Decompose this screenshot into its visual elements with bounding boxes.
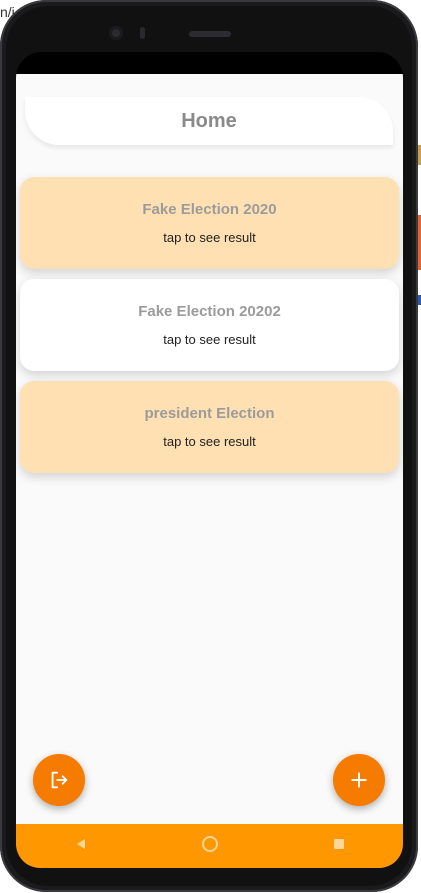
logout-button[interactable] <box>33 754 85 806</box>
election-card[interactable]: president Election tap to see result <box>20 381 399 473</box>
triangle-back-icon <box>75 837 87 855</box>
election-card[interactable]: Fake Election 2020 tap to see result <box>20 177 399 269</box>
circle-home-icon <box>201 835 219 858</box>
status-bar <box>16 52 403 74</box>
app-header: Home <box>25 97 393 145</box>
app-body: Home Fake Election 2020 tap to see resul… <box>16 74 403 824</box>
device-screen: Home Fake Election 2020 tap to see resul… <box>16 52 403 868</box>
logout-icon <box>48 769 70 791</box>
square-recents-icon <box>333 837 345 855</box>
earpiece-speaker <box>189 31 231 37</box>
election-subtitle: tap to see result <box>163 332 256 347</box>
recents-nav-button[interactable] <box>309 824 369 868</box>
phone-frame: Home Fake Election 2020 tap to see resul… <box>0 0 418 892</box>
home-nav-button[interactable] <box>180 824 240 868</box>
election-name: president Election <box>144 405 275 422</box>
page-title: Home <box>181 109 237 132</box>
election-name: Fake Election 20202 <box>138 303 281 320</box>
add-election-button[interactable] <box>333 754 385 806</box>
election-card[interactable]: Fake Election 20202 tap to see result <box>20 279 399 371</box>
plus-icon <box>349 770 369 790</box>
election-subtitle: tap to see result <box>163 434 256 449</box>
proximity-sensor <box>140 27 145 39</box>
election-subtitle: tap to see result <box>163 230 256 245</box>
android-navigation-bar <box>16 824 403 868</box>
election-name: Fake Election 2020 <box>142 201 277 218</box>
front-camera <box>109 26 123 40</box>
back-nav-button[interactable] <box>51 824 111 868</box>
